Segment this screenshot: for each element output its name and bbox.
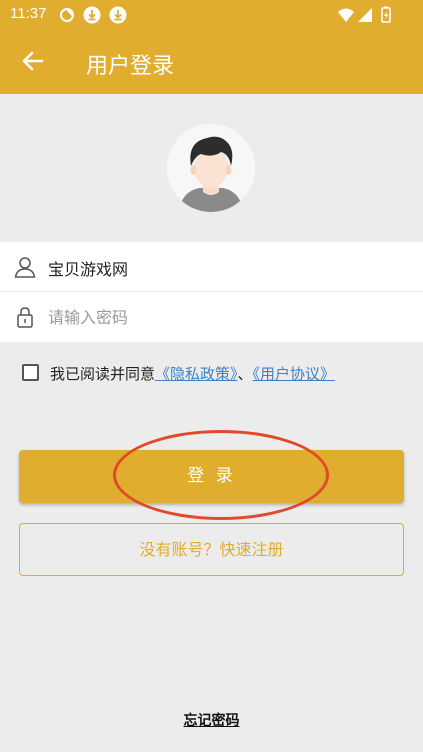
app-bar: 用户登录: [0, 30, 423, 94]
page-title: 用户登录: [86, 54, 175, 79]
avatar[interactable]: [167, 124, 255, 212]
download-icon: [83, 6, 101, 24]
user-agreement-link[interactable]: 《用户协议》: [253, 365, 336, 383]
forgot-password-link[interactable]: 忘记密码: [184, 713, 240, 729]
user-icon: [14, 257, 36, 278]
username-value[interactable]: 宝贝游戏网: [48, 256, 128, 280]
login-button[interactable]: 登 录: [19, 450, 404, 503]
password-input[interactable]: [48, 300, 398, 334]
agreement-checkbox[interactable]: [22, 364, 39, 381]
register-button[interactable]: 没有账号？快速注册: [19, 523, 404, 576]
status-time: 11:37: [10, 5, 47, 22]
wifi-icon: [338, 8, 354, 22]
lock-icon: [17, 307, 33, 328]
agreement-text: 我已阅读并同意: [50, 365, 156, 383]
notification-signal-icon: [60, 8, 74, 22]
forgot-password-row: 忘记密码: [0, 710, 423, 730]
cell-signal-icon: [358, 8, 372, 22]
agreement-separator: 、: [237, 365, 253, 383]
back-arrow-icon[interactable]: [20, 48, 46, 74]
download-icon: [109, 6, 127, 24]
battery-icon: [381, 6, 391, 23]
status-bar: 11:37: [0, 0, 423, 30]
password-field[interactable]: [0, 292, 423, 342]
username-field[interactable]: 宝贝游戏网: [0, 242, 423, 292]
avatar-illustration-icon: [167, 124, 255, 212]
privacy-policy-link[interactable]: 《隐私政策》: [155, 365, 238, 383]
